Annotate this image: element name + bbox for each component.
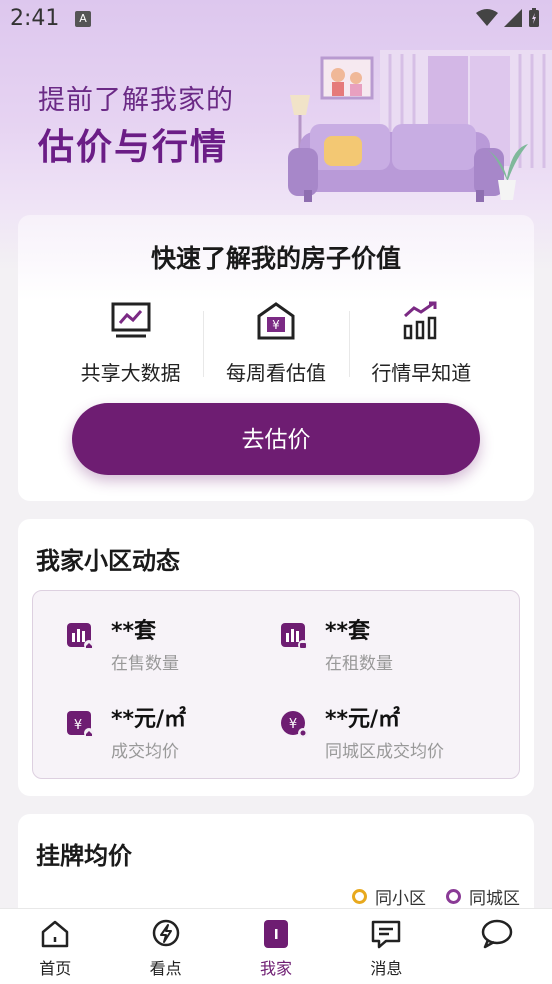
community-card-title: 我家小区动态	[36, 547, 180, 575]
chart-monitor-icon	[111, 302, 151, 338]
community-card: 我家小区动态 **套 在售数量 **套 在租数量 ¥ **元/㎡ 成交均价 ¥ …	[18, 519, 534, 796]
feature-label: 行情早知道	[371, 361, 472, 385]
feature-weekly-value: ¥ 每周看估值	[203, 299, 348, 399]
chat-bubble-icon	[481, 919, 513, 949]
legend-same-district: 同城区	[446, 884, 520, 909]
legend-label: 同城区	[469, 889, 520, 909]
nav-item-my-home[interactable]: 我家	[221, 909, 331, 984]
nav-label: 看点	[149, 959, 182, 978]
wifi-icon	[476, 9, 498, 26]
valuation-card: 快速了解我的房子价值 共享大数据 ¥ 每周看估值 行情早知道 去估价	[18, 215, 534, 501]
feature-big-data: 共享大数据	[58, 299, 203, 399]
for-sale-icon	[67, 623, 94, 650]
for-rent-icon	[281, 623, 308, 650]
my-home-icon	[264, 920, 289, 948]
stat-label: 在售数量	[111, 654, 179, 674]
stat-value: **套	[111, 619, 157, 644]
legend-marker	[446, 889, 461, 904]
legend-same-community: 同小区	[352, 884, 426, 909]
listing-card-title: 挂牌均价	[36, 842, 132, 870]
stat-label: 成交均价	[111, 742, 179, 762]
stat-value: **元/㎡	[325, 707, 401, 732]
svg-text:¥: ¥	[289, 717, 297, 732]
living-room-illustration	[288, 50, 552, 202]
nav-label: 首页	[39, 959, 72, 978]
notification-badge: A	[75, 11, 91, 27]
svg-text:¥: ¥	[272, 318, 280, 332]
stat-deal-price: ¥ **元/㎡ 成交均价	[47, 701, 277, 762]
nav-label: 消息	[370, 959, 403, 978]
stat-district-price: ¥ **元/㎡ 同城区成交均价	[261, 701, 491, 762]
valuation-card-title: 快速了解我的房子价值	[150, 244, 401, 273]
feature-list: 共享大数据 ¥ 每周看估值 行情早知道	[58, 299, 494, 399]
status-time: 2:41	[10, 6, 60, 31]
stat-label: 在租数量	[325, 654, 393, 674]
nav-item-highlights[interactable]: 看点	[110, 909, 220, 984]
stat-value: **套	[325, 619, 371, 644]
community-stats: **套 在售数量 **套 在租数量 ¥ **元/㎡ 成交均价 ¥ **元/㎡ 同…	[32, 590, 520, 779]
nav-item-chat[interactable]	[442, 909, 552, 984]
stat-for-rent: **套 在租数量	[261, 613, 491, 674]
status-bar: 2:41 A	[0, 0, 552, 40]
message-icon	[372, 920, 401, 949]
lightning-icon	[152, 919, 179, 947]
stat-for-sale: **套 在售数量	[47, 613, 277, 674]
svg-text:¥: ¥	[74, 718, 82, 733]
hero-subtitle: 提前了解我家的	[38, 85, 234, 116]
district-price-icon: ¥	[281, 711, 308, 738]
home-icon	[41, 920, 69, 948]
price-tag-icon: ¥	[257, 302, 295, 340]
nav-item-messages[interactable]: 消息	[331, 909, 441, 984]
nav-label: 我家	[260, 959, 293, 978]
bottom-nav: 首页 看点 我家 消息	[0, 908, 552, 984]
go-valuate-button[interactable]: 去估价	[72, 403, 480, 475]
trend-bars-icon	[404, 301, 437, 340]
nav-item-home[interactable]: 首页	[0, 909, 110, 984]
deal-price-icon: ¥	[67, 711, 94, 738]
feature-market-info: 行情早知道	[348, 299, 494, 399]
feature-label: 共享大数据	[80, 361, 181, 385]
signal-icon	[504, 9, 522, 27]
legend-label: 同小区	[375, 889, 426, 909]
stat-label: 同城区成交均价	[325, 742, 444, 762]
feature-label: 每周看估值	[225, 361, 326, 385]
stat-value: **元/㎡	[111, 707, 187, 732]
battery-icon	[529, 8, 539, 27]
legend-marker	[352, 889, 367, 904]
status-icons	[476, 8, 540, 28]
hero-title: 估价与行情	[38, 127, 229, 168]
chart-legend: 同小区 同城区	[352, 884, 520, 909]
